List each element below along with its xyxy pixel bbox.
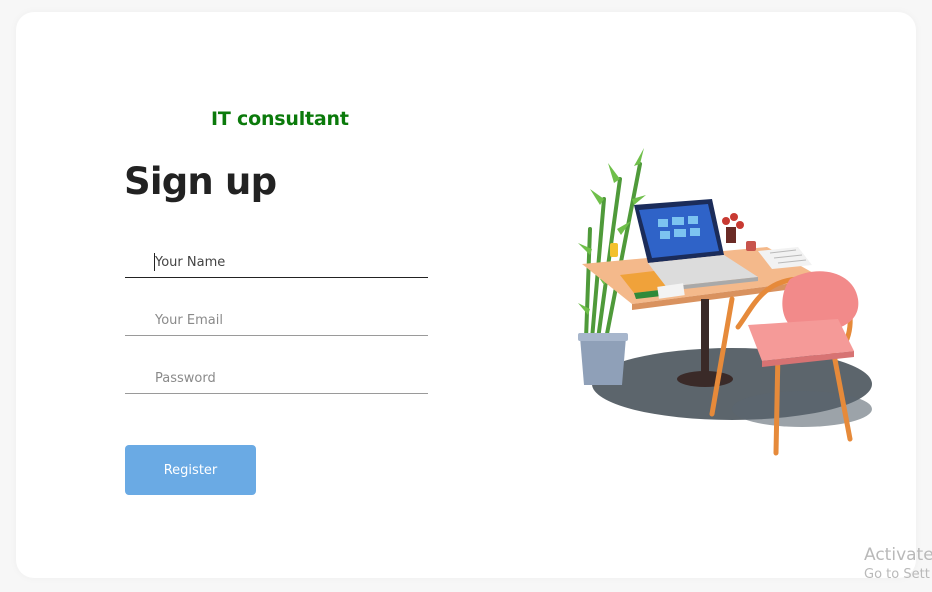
desk-workspace-illustration [578, 148, 872, 456]
brand-name: IT consultant [211, 108, 349, 130]
page-title: Sign up [124, 160, 277, 203]
activate-windows-watermark: Activate Go to Sett [864, 544, 932, 584]
watermark-line-1: Activate [864, 545, 932, 565]
register-button[interactable]: Register [125, 445, 256, 495]
text-caret [154, 253, 155, 271]
signup-card: IT consultant Sign up Register [16, 12, 916, 578]
email-input[interactable] [125, 306, 428, 336]
name-input[interactable] [125, 248, 428, 278]
password-input[interactable] [125, 364, 428, 394]
watermark-line-2: Go to Sett [864, 567, 930, 582]
